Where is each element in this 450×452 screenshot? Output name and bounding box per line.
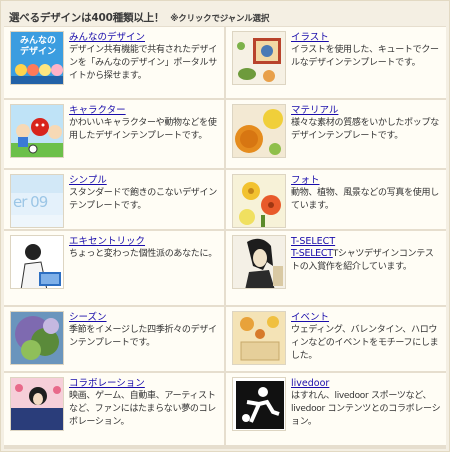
genre-desc-event: ウェディング、バレンタイン、ハロウィンなどのイベントをモチーフにしました。 — [291, 325, 439, 361]
genre-link-photo[interactable]: フォト — [291, 175, 441, 187]
genre-link-season[interactable]: シーズン — [69, 312, 219, 324]
event-icon[interactable] — [232, 311, 286, 365]
panel-title: 選べるデザインは400種類以上！ — [9, 12, 165, 24]
genre-desc-photo: 動物、植物、風景などの写真を使用しています。 — [291, 188, 439, 211]
genre-link-character[interactable]: キャラクター — [69, 105, 219, 117]
genre-desc-t-select: T-SELECTTシャツデザインコンテストの入賞作を紹介しています。 — [291, 248, 441, 274]
genre-cell-t-select: T-SELECT T-SELECTTシャツデザインコンテストの入賞作を紹介してい… — [226, 231, 446, 305]
genre-desc-livedoor: はすれん、livedoor スポーツなど、livedoor コンテンツとのコラボ… — [291, 391, 441, 427]
genre-cell-event: イベント ウェディング、バレンタイン、ハロウィンなどのイベントをモチーフにしまし… — [226, 307, 446, 371]
genre-desc-simple: スタンダードで飽きのこないデザインテンプレートです。 — [69, 188, 217, 211]
genre-desc-material: 様々な素材の質感をいかしたポップなデザインテンプレートです。 — [291, 118, 439, 141]
simple-thumb-text: er 09 — [13, 193, 48, 211]
character-icon[interactable] — [10, 104, 64, 158]
genre-cell-photo: フォト 動物、植物、風景などの写真を使用しています。 — [226, 170, 446, 229]
genre-link-simple[interactable]: シンプル — [69, 175, 219, 187]
genre-desc-character: かわいいキャラクターや動物などを使用したデザインテンプレートです。 — [69, 118, 217, 141]
genre-desc-season: 季節をイメージした四季折々のデザインテンプレートです。 — [69, 325, 217, 348]
season-icon[interactable] — [10, 311, 64, 365]
design-genre-panel: 選べるデザインは400種類以上！ ※クリックでジャンル選択 みんなの デザイン み… — [0, 0, 450, 452]
panel-note: ※クリックでジャンル選択 — [170, 14, 270, 24]
simple-icon[interactable]: er 09 — [10, 174, 64, 228]
genre-link-community[interactable]: みんなのデザイン — [69, 32, 219, 44]
genre-link-t-select[interactable]: T-SELECT — [291, 236, 441, 248]
genre-cell-season: シーズン 季節をイメージした四季折々のデザインテンプレートです。 — [4, 307, 224, 371]
illustration-icon[interactable] — [232, 31, 286, 85]
genre-cell-material: マテリアル 様々な素材の質感をいかしたポップなデザインテンプレートです。 — [226, 100, 446, 168]
genre-link-t-select-inline[interactable]: T-SELECT — [291, 248, 333, 259]
genre-cell-livedoor: livedoor はすれん、livedoor スポーツなど、livedoor コ… — [226, 373, 446, 445]
eccentric-icon[interactable] — [10, 235, 64, 289]
genre-cell-character: キャラクター かわいいキャラクターや動物などを使用したデザインテンプレートです。 — [4, 100, 224, 168]
genre-desc-illustration: イラストを使用した、キュートでクールなデザインテンプレートです。 — [291, 45, 439, 68]
t-select-icon[interactable] — [232, 235, 286, 289]
genre-desc-community: デザイン共有機能で共有されたデザインを「みんなのデザイン」ポータルサイトから探せ… — [69, 45, 217, 81]
genre-cell-community: みんなの デザイン みんなのデザイン デザイン共有機能で共有されたデザインを「み… — [4, 27, 224, 98]
panel-header: 選べるデザインは400種類以上！ ※クリックでジャンル選択 — [1, 1, 449, 24]
material-icon[interactable] — [232, 104, 286, 158]
genre-link-material[interactable]: マテリアル — [291, 105, 441, 117]
genre-desc-collaboration: 映画、ゲーム、自動車、アーティストなど、ファンにはたまらない夢のコレボレーション… — [69, 391, 217, 427]
genre-link-event[interactable]: イベント — [291, 312, 441, 324]
genre-cell-collaboration: コラボレーション 映画、ゲーム、自動車、アーティストなど、ファンにはたまらない夢… — [4, 373, 224, 445]
genre-grid: みんなの デザイン みんなのデザイン デザイン共有機能で共有されたデザインを「み… — [4, 26, 446, 449]
collaboration-icon[interactable] — [10, 377, 64, 431]
genre-cell-simple: er 09 シンプル スタンダードで飽きのこないデザインテンプレートです。 — [4, 170, 224, 229]
genre-desc-eccentric: ちょっと変わった個性派のあなたに。 — [69, 249, 217, 259]
genre-link-livedoor[interactable]: livedoor — [291, 378, 441, 390]
genre-link-collaboration[interactable]: コラボレーション — [69, 378, 219, 390]
community-design-icon[interactable]: みんなの デザイン — [10, 31, 64, 85]
livedoor-icon[interactable] — [232, 377, 286, 431]
genre-link-illustration[interactable]: イラスト — [291, 32, 441, 44]
community-thumb-text: みんなの デザイン — [19, 36, 56, 57]
genre-cell-illustration: イラスト イラストを使用した、キュートでクールなデザインテンプレートです。 — [226, 27, 446, 98]
genre-link-eccentric[interactable]: エキセントリック — [69, 236, 219, 248]
photo-icon[interactable] — [232, 174, 286, 228]
genre-cell-eccentric: エキセントリック ちょっと変わった個性派のあなたに。 — [4, 231, 224, 305]
